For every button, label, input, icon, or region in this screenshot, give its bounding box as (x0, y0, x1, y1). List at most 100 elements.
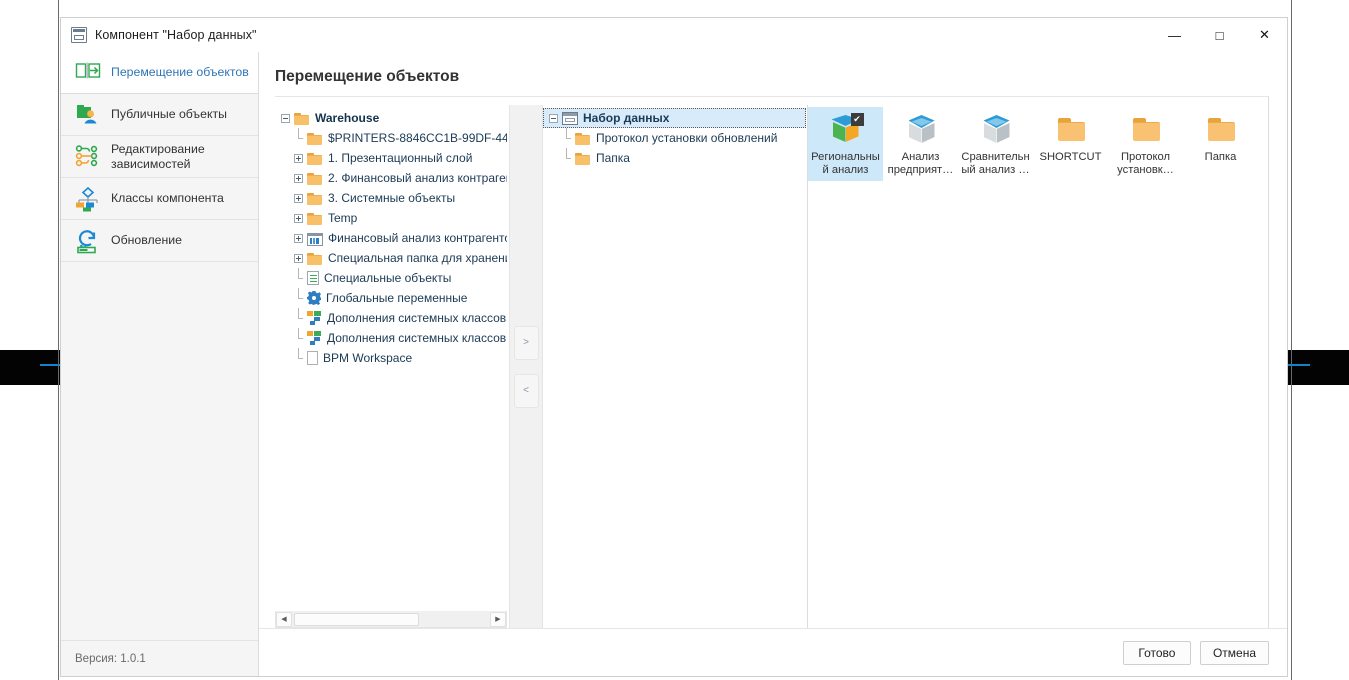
sidebar-item-edit-dependencies[interactable]: Редактирование зависимостей (61, 136, 258, 178)
expand-plus-icon[interactable] (294, 213, 303, 223)
scroll-left-arrow-icon[interactable]: ◀ (276, 611, 292, 627)
hscroll-track[interactable] (292, 612, 490, 627)
close-button[interactable]: ✕ (1242, 18, 1287, 52)
tree-row[interactable]: Папка (543, 148, 807, 168)
window-body: Перемещение объектов Публичные объекты Р… (61, 52, 1287, 676)
folder-icon (307, 211, 323, 225)
tree-row[interactable]: Warehouse (275, 108, 507, 128)
chart-window-icon (307, 232, 323, 246)
tree-elbow (294, 308, 303, 328)
tree-row[interactable]: Глобальные переменные (275, 288, 507, 308)
tree-elbow (562, 148, 571, 168)
sidebar-item-component-classes[interactable]: Классы компонента (61, 178, 258, 220)
folder-icon (575, 131, 591, 145)
source-tree-hscrollbar[interactable]: ◀ ▶ (275, 611, 507, 628)
grid-item[interactable]: Папка (1183, 107, 1258, 181)
folder-icon (307, 191, 323, 205)
grid-item-label: Протокол установк… (1117, 151, 1174, 176)
window-title: Компонент "Набор данных" (95, 28, 257, 42)
tree-row-label: BPM Workspace (323, 351, 413, 365)
grid-item[interactable]: ✔ Региональный анализ (808, 107, 883, 181)
public-objects-icon (75, 102, 101, 128)
move-objects-icon (75, 60, 101, 86)
component-classes-icon (75, 186, 101, 212)
tree-row[interactable]: 2. Финансовый анализ контрагентов (275, 168, 507, 188)
sidebar-item-move-objects[interactable]: Перемещение объектов (61, 52, 258, 94)
sidebar-item-update[interactable]: Обновление (61, 220, 258, 262)
grid-item[interactable]: Сравнительный анализ … (958, 107, 1033, 181)
dialog-window: Компонент "Набор данных" — □ ✕ Перемещен… (60, 17, 1288, 677)
hscroll-thumb[interactable] (294, 612, 419, 626)
grid-item[interactable]: SHORTCUT (1033, 107, 1108, 181)
objects-icon-grid[interactable]: ✔ Региональный анализ Анализ предприят… (808, 105, 1269, 628)
footer-actions: Готово Отмена (259, 628, 1287, 676)
class-tree-icon (307, 311, 322, 325)
tree-row-label: 3. Системные объекты (328, 191, 456, 205)
folder-icon (307, 151, 323, 165)
cube-grey-icon (903, 113, 939, 147)
window-dataset-icon (71, 27, 87, 43)
tree-row[interactable]: 3. Системные объекты (275, 188, 507, 208)
expand-plus-icon[interactable] (294, 153, 303, 163)
grid-item-label: Папка (1204, 151, 1237, 163)
tree-elbow (294, 288, 303, 308)
tree-row-label: 2. Финансовый анализ контрагентов (328, 171, 507, 185)
collapse-minus-icon[interactable] (281, 113, 290, 123)
tree-row[interactable]: Специальные объекты (275, 268, 507, 288)
grid-item-label: Анализ предприят… (887, 151, 954, 176)
grid-item[interactable]: Анализ предприят… (883, 107, 958, 181)
edit-dependencies-icon (75, 144, 101, 170)
class-tree-icon (307, 331, 322, 345)
tree-row[interactable]: Temp (275, 208, 507, 228)
folder-icon (575, 151, 591, 165)
move-left-button[interactable]: < (513, 373, 539, 408)
grid-item[interactable]: Протокол установк… (1108, 107, 1183, 181)
transfer-panes: Warehouse $PRINTERS-8846CC1B-99DF-446F-A… (259, 97, 1287, 628)
collapse-minus-icon[interactable] (549, 113, 558, 123)
tree-row-label: Дополнения системных классов (327, 311, 507, 325)
ok-button[interactable]: Готово (1122, 640, 1191, 665)
source-tree[interactable]: Warehouse $PRINTERS-8846CC1B-99DF-446F-A… (275, 105, 507, 611)
folder-large-icon (1053, 113, 1089, 147)
tree-row[interactable]: Дополнения системных классов (275, 328, 507, 348)
folder-large-icon (1203, 113, 1239, 147)
tree-elbow (294, 128, 303, 148)
expand-plus-icon[interactable] (294, 233, 303, 243)
update-icon (75, 228, 101, 254)
page-icon (307, 351, 318, 365)
gear-icon (307, 291, 321, 305)
tree-row[interactable]: 1. Презентационный слой (275, 148, 507, 168)
cube-checked-icon: ✔ (828, 113, 864, 147)
panes-right-divider (1268, 97, 1269, 628)
tree-row[interactable]: BPM Workspace (275, 348, 507, 368)
cancel-button[interactable]: Отмена (1199, 640, 1269, 665)
grid-item-label: SHORTCUT (1039, 151, 1102, 163)
sidebar-item-public-objects[interactable]: Публичные объекты (61, 94, 258, 136)
sidebar-item-label: Редактирование зависимостей (111, 141, 205, 171)
scroll-right-arrow-icon[interactable]: ▶ (490, 611, 506, 627)
window-titlebar[interactable]: Компонент "Набор данных" — □ ✕ (61, 18, 1287, 52)
page-title: Перемещение объектов (275, 68, 460, 85)
folder-icon (307, 131, 323, 145)
destination-tree-panel[interactable]: Набор данных Протокол установки обновлен… (543, 105, 808, 628)
tree-row[interactable]: Специальная папка для хранения ко (275, 248, 507, 268)
expand-plus-icon[interactable] (294, 193, 303, 203)
expand-plus-icon[interactable] (294, 253, 303, 263)
left-marker-guideline (58, 0, 59, 680)
tree-elbow (294, 348, 303, 368)
tree-row[interactable]: Набор данных (543, 108, 806, 128)
move-right-button[interactable]: > (513, 325, 539, 360)
dataset-window-icon (562, 111, 578, 125)
minimize-button[interactable]: — (1152, 18, 1197, 52)
sidebar-item-label: Публичные объекты (111, 107, 227, 121)
tree-row[interactable]: Финансовый анализ контрагентов (275, 228, 507, 248)
tree-row-label: Специальная папка для хранения ко (328, 251, 507, 265)
maximize-button[interactable]: □ (1197, 18, 1242, 52)
tree-row[interactable]: $PRINTERS-8846CC1B-99DF-446F-AF3 (275, 128, 507, 148)
tree-row-label: Temp (328, 211, 358, 225)
expand-plus-icon[interactable] (294, 173, 303, 183)
tree-row[interactable]: Дополнения системных классов (275, 308, 507, 328)
tree-row[interactable]: Протокол установки обновлений (543, 128, 807, 148)
tree-row-label: Специальные объекты (324, 271, 452, 285)
tree-row-label: Warehouse (315, 111, 380, 125)
